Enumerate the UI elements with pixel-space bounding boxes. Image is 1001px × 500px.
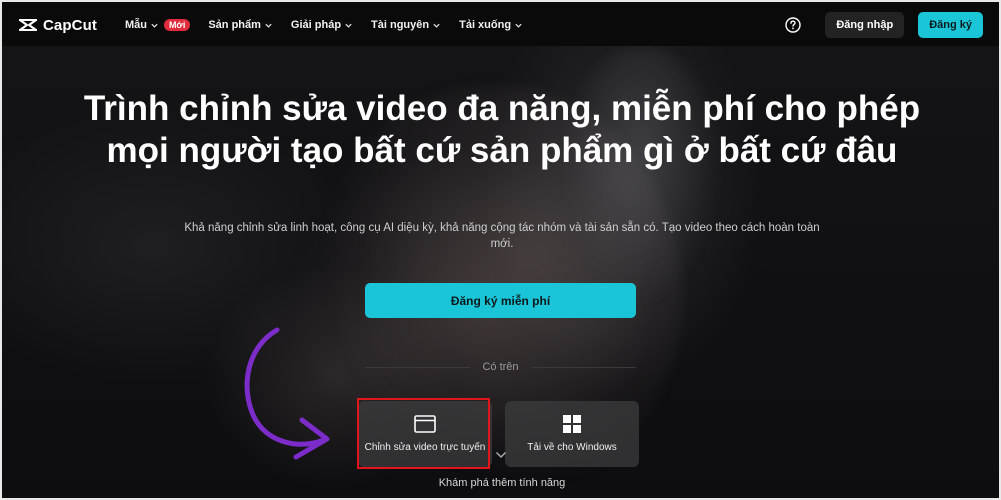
chevron-down-icon xyxy=(265,23,272,28)
main-nav: Mẫu Mới Sản phẩm Giải pháp Tài nguyên Tả… xyxy=(125,19,523,31)
nav-item-label: Tải xuống xyxy=(459,19,512,31)
nav-item-label: Sản phẩm xyxy=(208,19,261,31)
chevron-down-icon xyxy=(515,23,522,28)
free-signup-button[interactable]: Đăng ký miễn phí xyxy=(365,283,636,318)
chevron-down-icon xyxy=(151,23,158,28)
divider-line-left xyxy=(365,366,471,368)
nav-item-label: Tài nguyên xyxy=(371,19,430,31)
nav-item-resources[interactable]: Tài nguyên xyxy=(371,19,441,31)
new-badge: Mới xyxy=(163,19,191,31)
nav-item-label: Mẫu xyxy=(124,19,147,31)
windows-download-label: Tải về cho Windows xyxy=(527,442,617,453)
hero-subtitle: Khả năng chỉnh sửa linh hoạt, công cụ AI… xyxy=(184,222,820,250)
capcut-logo[interactable]: CapCut xyxy=(18,17,97,34)
chevron-down-icon xyxy=(345,23,352,28)
explore-more-features-link[interactable]: Khám phá thêm tính năng xyxy=(382,477,622,489)
header-actions: Đăng nhập Đăng ký xyxy=(785,12,983,38)
capcut-logo-icon xyxy=(19,19,37,31)
logo-text: CapCut xyxy=(43,16,97,34)
nav-item-solutions[interactable]: Giải pháp xyxy=(291,19,353,31)
background-light-shape xyxy=(562,46,722,306)
nav-item-products[interactable]: Sản phẩm xyxy=(208,19,273,31)
chevron-down-icon xyxy=(433,23,440,28)
nav-item-templates[interactable]: Mẫu Mới xyxy=(124,19,191,31)
top-navbar: CapCut Mẫu Mới Sản phẩm Giải pháp Tài ng… xyxy=(4,4,999,46)
available-on-divider: Có trên xyxy=(365,360,637,374)
nav-item-downloads[interactable]: Tải xuống xyxy=(459,19,523,31)
help-icon[interactable] xyxy=(785,17,802,33)
windows-icon xyxy=(563,415,581,433)
login-button[interactable]: Đăng nhập xyxy=(825,12,905,38)
nav-item-label: Giải pháp xyxy=(290,19,342,31)
annotation-arrow-icon xyxy=(244,327,330,460)
windows-download-card[interactable]: Tải về cho Windows xyxy=(505,401,639,467)
page-frame: CapCut Mẫu Mới Sản phẩm Giải pháp Tài ng… xyxy=(0,0,1001,500)
divider-line-right xyxy=(530,366,637,368)
highlight-annotation-box xyxy=(357,398,490,469)
chevron-down-icon[interactable] xyxy=(495,451,507,459)
signup-button[interactable]: Đăng ký xyxy=(918,12,983,38)
hero-title: Trình chỉnh sửa video đa năng, miễn phí … xyxy=(83,89,921,170)
available-on-label: Có trên xyxy=(482,361,519,373)
